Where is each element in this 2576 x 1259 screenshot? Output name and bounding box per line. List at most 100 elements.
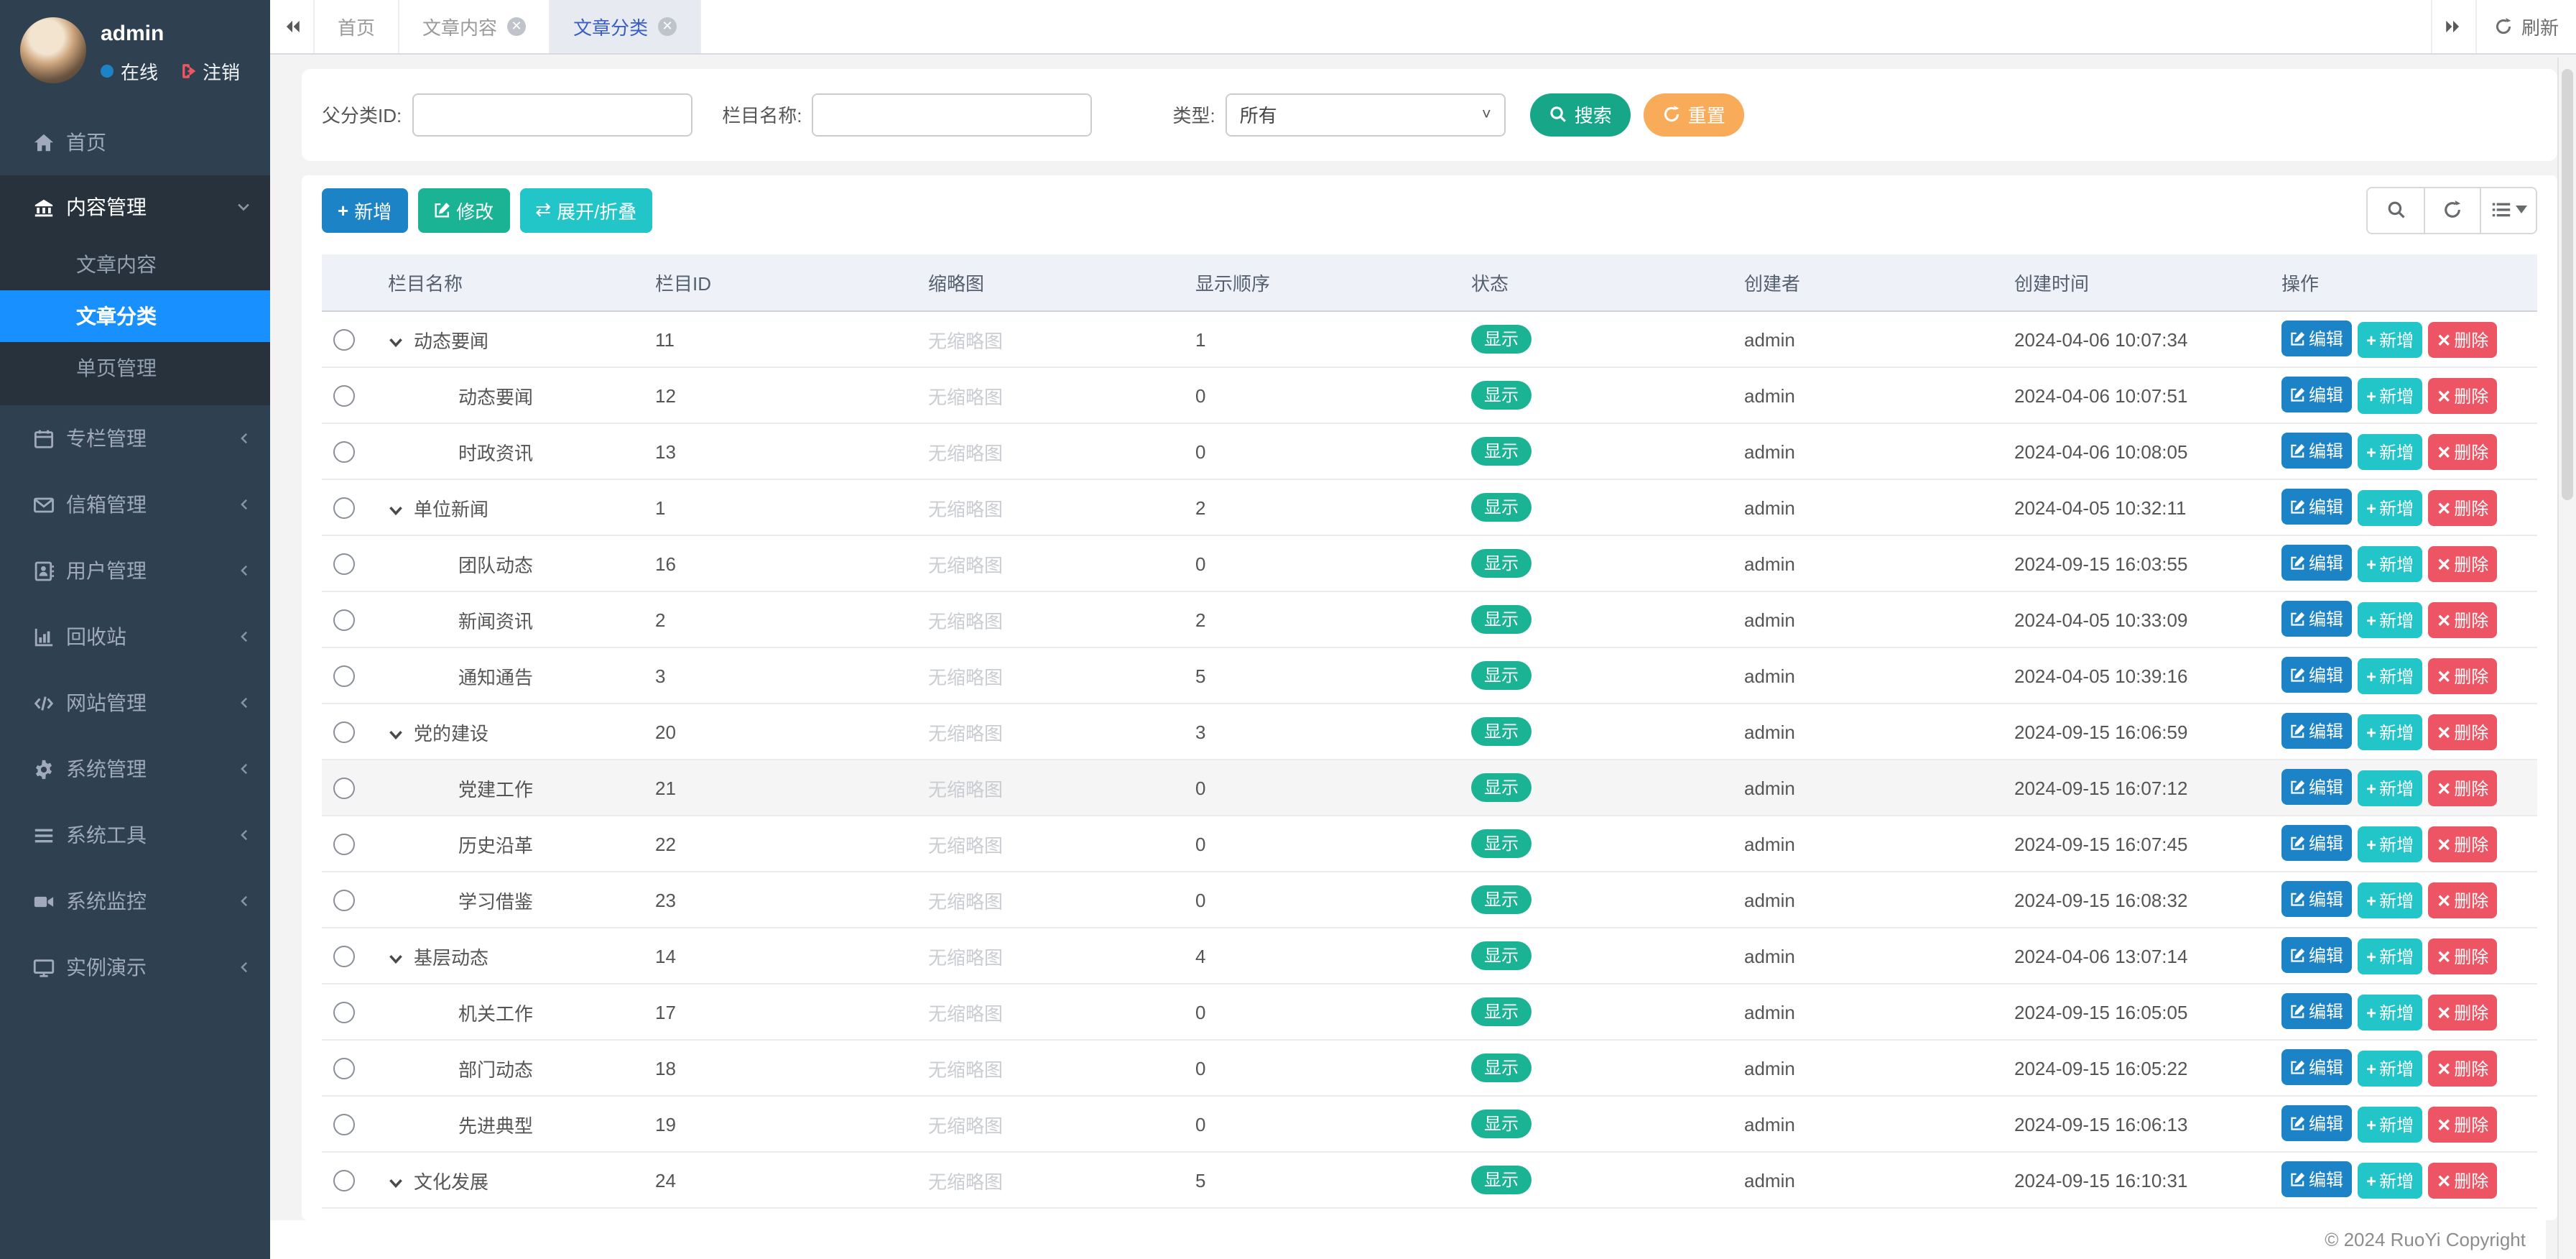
row-add-button[interactable]: +新增	[2358, 379, 2422, 415]
row-edit-button[interactable]: 编辑	[2281, 1161, 2352, 1197]
row-delete-button[interactable]: ✕删除	[2428, 435, 2497, 471]
row-delete-button[interactable]: ✕删除	[2428, 1163, 2497, 1199]
row-select-radio[interactable]	[333, 834, 355, 855]
add-button[interactable]: + 新增	[322, 188, 407, 232]
expand-collapse-button[interactable]: ⇄ 展开/折叠	[519, 188, 652, 232]
close-tab-icon[interactable]: ✕	[658, 17, 677, 36]
collapse-caret-icon[interactable]	[388, 1175, 414, 1191]
row-select-radio[interactable]	[333, 890, 355, 911]
table-row[interactable]: 通知通告3无缩略图5显示admin2024-04-05 10:39:16编辑+新…	[322, 647, 2537, 704]
row-add-button[interactable]: +新增	[2358, 939, 2422, 975]
row-add-button[interactable]: +新增	[2358, 435, 2422, 471]
sidebar-item-user-mgmt[interactable]: 用户管理	[0, 538, 270, 604]
table-row[interactable]: 文化发展24无缩略图5显示admin2024-09-15 16:10:31编辑+…	[322, 1152, 2537, 1208]
row-edit-button[interactable]: 编辑	[2281, 601, 2352, 637]
close-tab-icon[interactable]: ✕	[507, 17, 526, 36]
row-edit-button[interactable]: 编辑	[2281, 881, 2352, 917]
row-add-button[interactable]: +新增	[2358, 827, 2422, 863]
sidebar-item-article-content[interactable]: 文章内容	[0, 239, 270, 290]
table-row[interactable]: 动态要闻11无缩略图1显示admin2024-04-06 10:07:34编辑+…	[322, 311, 2537, 367]
row-select-radio[interactable]	[333, 553, 355, 575]
row-add-button[interactable]: +新增	[2358, 771, 2422, 807]
table-row[interactable]: 团队动态16无缩略图0显示admin2024-09-15 16:03:55编辑+…	[322, 535, 2537, 591]
row-select-radio[interactable]	[333, 329, 355, 351]
sidebar-item-system-tools[interactable]: 系统工具	[0, 802, 270, 868]
table-row[interactable]: 党的建设20无缩略图3显示admin2024-09-15 16:06:59编辑+…	[322, 704, 2537, 760]
table-row[interactable]: 新闻资讯2无缩略图2显示admin2024-04-05 10:33:09编辑+新…	[322, 591, 2537, 647]
table-row[interactable]: 学习借鉴23无缩略图0显示admin2024-09-15 16:08:32编辑+…	[322, 872, 2537, 928]
table-columns-button[interactable]	[2480, 188, 2536, 232]
row-select-radio[interactable]	[333, 385, 355, 407]
logout-link[interactable]: 注销	[203, 57, 240, 85]
sidebar-item-recycle-bin[interactable]: 回收站	[0, 604, 270, 670]
table-row[interactable]: 动态要闻12无缩略图0显示admin2024-04-06 10:07:51编辑+…	[322, 367, 2537, 423]
collapse-caret-icon[interactable]	[388, 334, 414, 350]
row-edit-button[interactable]: 编辑	[2281, 320, 2352, 356]
table-row[interactable]: 先进典型19无缩略图0显示admin2024-09-15 16:06:13编辑+…	[322, 1096, 2537, 1152]
table-row[interactable]: 党建工作21无缩略图0显示admin2024-09-15 16:07:12编辑+…	[322, 760, 2537, 816]
search-button[interactable]: 搜索	[1530, 93, 1631, 136]
row-select-radio[interactable]	[333, 665, 355, 687]
row-select-radio[interactable]	[333, 441, 355, 463]
table-row[interactable]: 历史沿革22无缩略图0显示admin2024-09-15 16:07:45编辑+…	[322, 816, 2537, 872]
category-name-input[interactable]	[812, 93, 1093, 136]
row-add-button[interactable]: +新增	[2358, 547, 2422, 583]
sidebar-item-system-mgmt[interactable]: 系统管理	[0, 736, 270, 802]
parent-id-input[interactable]	[412, 93, 692, 136]
sidebar-item-website-mgmt[interactable]: 网站管理	[0, 670, 270, 736]
sidebar-item-demo[interactable]: 实例演示	[0, 934, 270, 1000]
avatar[interactable]	[20, 17, 86, 83]
refresh-tab-button[interactable]: 刷新	[2475, 0, 2576, 52]
sidebar-item-column-mgmt[interactable]: 专栏管理	[0, 405, 270, 471]
row-edit-button[interactable]: 编辑	[2281, 545, 2352, 581]
collapse-caret-icon[interactable]	[388, 502, 414, 518]
row-delete-button[interactable]: ✕删除	[2428, 379, 2497, 415]
tab-article-content[interactable]: 文章内容 ✕	[399, 0, 550, 52]
sidebar-item-system-monitor[interactable]: 系统监控	[0, 868, 270, 934]
row-select-radio[interactable]	[333, 1058, 355, 1079]
row-delete-button[interactable]: ✕删除	[2428, 1051, 2497, 1087]
reset-button[interactable]: 重置	[1644, 93, 1744, 136]
row-add-button[interactable]: +新增	[2358, 323, 2422, 359]
table-row[interactable]: 基层动态14无缩略图4显示admin2024-04-06 13:07:14编辑+…	[322, 928, 2537, 984]
row-edit-button[interactable]: 编辑	[2281, 489, 2352, 525]
row-edit-button[interactable]: 编辑	[2281, 1105, 2352, 1141]
row-delete-button[interactable]: ✕删除	[2428, 771, 2497, 807]
sidebar-item-home[interactable]: 首页	[0, 109, 270, 175]
row-edit-button[interactable]: 编辑	[2281, 433, 2352, 469]
row-edit-button[interactable]: 编辑	[2281, 377, 2352, 412]
table-row[interactable]: 单位新闻1无缩略图2显示admin2024-04-05 10:32:11编辑+新…	[322, 479, 2537, 535]
tabs-scroll-right-button[interactable]	[2431, 0, 2475, 52]
row-delete-button[interactable]: ✕删除	[2428, 827, 2497, 863]
row-delete-button[interactable]: ✕删除	[2428, 995, 2497, 1031]
row-delete-button[interactable]: ✕删除	[2428, 883, 2497, 919]
row-delete-button[interactable]: ✕删除	[2428, 715, 2497, 751]
edit-button[interactable]: 修改	[417, 188, 509, 232]
table-row[interactable]: 部门动态18无缩略图0显示admin2024-09-15 16:05:22编辑+…	[322, 1040, 2537, 1096]
row-add-button[interactable]: +新增	[2358, 1051, 2422, 1087]
row-add-button[interactable]: +新增	[2358, 1163, 2422, 1199]
scrollbar[interactable]	[2557, 57, 2576, 1259]
row-edit-button[interactable]: 编辑	[2281, 769, 2352, 805]
table-row[interactable]: 机关工作17无缩略图0显示admin2024-09-15 16:05:05编辑+…	[322, 984, 2537, 1040]
tab-home[interactable]: 首页	[315, 0, 399, 52]
row-delete-button[interactable]: ✕删除	[2428, 547, 2497, 583]
collapse-caret-icon[interactable]	[388, 951, 414, 967]
row-select-radio[interactable]	[333, 497, 355, 519]
sidebar-item-single-page[interactable]: 单页管理	[0, 342, 270, 394]
row-delete-button[interactable]: ✕删除	[2428, 659, 2497, 695]
row-add-button[interactable]: +新增	[2358, 1107, 2422, 1143]
type-select[interactable]: 所有 ˅	[1226, 93, 1506, 136]
row-delete-button[interactable]: ✕删除	[2428, 491, 2497, 527]
tabs-scroll-left-button[interactable]	[270, 0, 315, 52]
row-select-radio[interactable]	[333, 778, 355, 799]
row-edit-button[interactable]: 编辑	[2281, 825, 2352, 861]
row-edit-button[interactable]: 编辑	[2281, 657, 2352, 693]
row-edit-button[interactable]: 编辑	[2281, 1049, 2352, 1085]
sidebar-item-mailbox-mgmt[interactable]: 信箱管理	[0, 471, 270, 538]
row-add-button[interactable]: +新增	[2358, 715, 2422, 751]
table-row[interactable]: 时政资讯13无缩略图0显示admin2024-04-06 10:08:05编辑+…	[322, 423, 2537, 479]
tab-article-category[interactable]: 文章分类 ✕	[550, 0, 701, 52]
row-delete-button[interactable]: ✕删除	[2428, 603, 2497, 639]
row-add-button[interactable]: +新增	[2358, 883, 2422, 919]
